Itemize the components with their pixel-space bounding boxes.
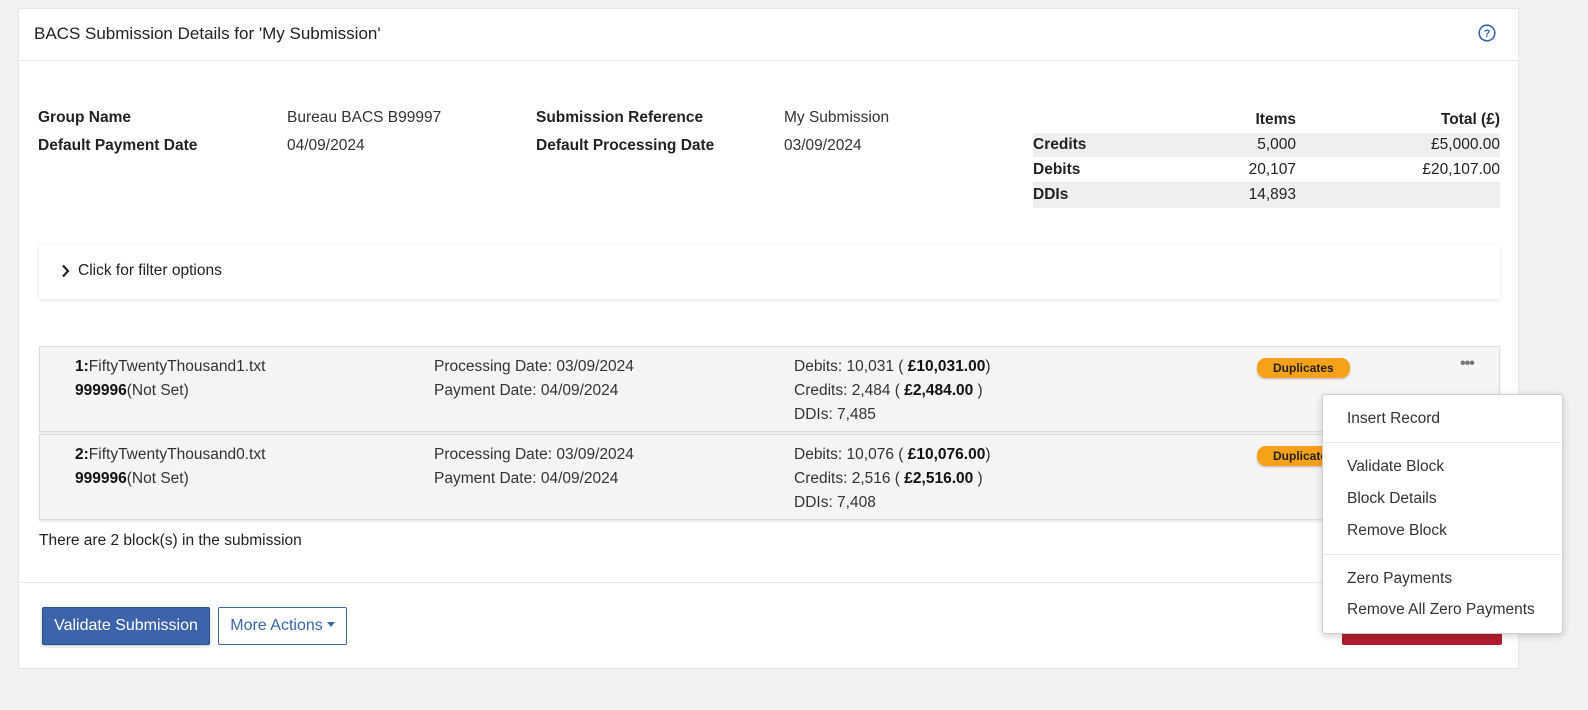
block-ddis: DDIs: 7,485: [794, 406, 876, 423]
debits-amount: £10,031.00: [907, 358, 986, 375]
block-index: 2:: [75, 446, 89, 463]
debits-suffix: ): [985, 446, 991, 463]
credits-amount: £2,484.00: [904, 382, 974, 399]
group-name-value: Bureau BACS B99997: [287, 109, 442, 126]
block-processing-date: Processing Date: 03/09/2024: [434, 358, 634, 375]
row-items: 20,107: [1248, 161, 1296, 178]
block-row[interactable]: 2:FiftyTwentyThousand0.txt 999996(Not Se…: [39, 434, 1500, 520]
row-label: DDIs: [1033, 186, 1069, 203]
card-header: BACS Submission Details for 'My Submissi…: [19, 9, 1518, 61]
filter-options-label: Click for filter options: [78, 262, 222, 279]
totals-table: Items Total (£) Credits 5,000 £5,000.00 …: [1033, 108, 1500, 208]
debits-suffix: ): [985, 358, 991, 375]
block-payment-date: Payment Date: 04/09/2024: [434, 382, 619, 399]
block-row[interactable]: 1:FiftyTwentyThousand1.txt 999996(Not Se…: [39, 346, 1500, 432]
block-file: 2:FiftyTwentyThousand0.txt: [75, 446, 265, 464]
footer-divider: [19, 582, 1518, 583]
menu-item-block-details[interactable]: Block Details: [1347, 490, 1437, 508]
duplicates-badge: Duplicates: [1257, 358, 1350, 378]
block-filename: FiftyTwentyThousand0.txt: [88, 446, 266, 463]
menu-item-validate-block[interactable]: Validate Block: [1347, 458, 1444, 476]
menu-item-insert-record[interactable]: Insert Record: [1347, 410, 1440, 428]
credits-prefix: Credits: 2,516 (: [794, 470, 905, 487]
total-header: Total (£): [1440, 111, 1500, 128]
block-credits: Credits: 2,516 ( £2,516.00 ): [794, 470, 983, 488]
block-count-summary: There are 2 block(s) in the submission: [39, 532, 302, 549]
row-total: £5,000.00: [1431, 136, 1500, 153]
more-options-icon[interactable]: •••: [1460, 355, 1475, 373]
totals-row-credits: Credits 5,000 £5,000.00: [1033, 133, 1500, 158]
more-actions-button[interactable]: More Actions: [218, 607, 347, 645]
processing-date-value: 03/09/2024: [784, 137, 862, 154]
chevron-right-icon: [62, 264, 70, 278]
submission-details-card: BACS Submission Details for 'My Submissi…: [18, 8, 1519, 669]
row-label: Credits: [1033, 136, 1087, 153]
block-filename: FiftyTwentyThousand1.txt: [88, 358, 266, 375]
caret-down-icon: [326, 622, 335, 627]
submission-reference-label: Submission Reference: [536, 109, 704, 126]
block-payment-date: Payment Date: 04/09/2024: [434, 470, 619, 487]
page-title: BACS Submission Details for 'My Submissi…: [34, 24, 381, 43]
menu-divider: [1324, 554, 1561, 555]
svg-text:?: ?: [1484, 28, 1491, 40]
more-actions-label: More Actions: [230, 617, 323, 634]
block-processing-date: Processing Date: 03/09/2024: [434, 446, 634, 463]
row-label: Debits: [1033, 161, 1081, 178]
payment-date-label: Default Payment Date: [38, 137, 198, 154]
block-sun: 999996(Not Set): [75, 382, 189, 400]
debits-prefix: Debits: 10,031 (: [794, 358, 908, 375]
block-index: 1:: [75, 358, 89, 375]
payment-date-value: 04/09/2024: [287, 137, 365, 154]
block-sun-number: 999996: [75, 382, 127, 399]
menu-item-zero-payments[interactable]: Zero Payments: [1347, 570, 1452, 588]
block-sun: 999996(Not Set): [75, 470, 189, 488]
block-ddis: DDIs: 7,408: [794, 494, 876, 511]
row-items: 14,893: [1248, 186, 1296, 203]
credits-amount: £2,516.00: [904, 470, 974, 487]
credits-prefix: Credits: 2,484 (: [794, 382, 905, 399]
processing-date-label: Default Processing Date: [536, 137, 715, 154]
row-items: 5,000: [1257, 136, 1296, 153]
credits-suffix: ): [973, 470, 983, 487]
items-header: Items: [1255, 111, 1297, 128]
totals-row-debits: Debits 20,107 £20,107.00: [1033, 158, 1500, 183]
block-sun-note: (Not Set): [126, 470, 189, 487]
question-circle-icon[interactable]: ?: [1478, 24, 1496, 42]
block-credits: Credits: 2,484 ( £2,484.00 ): [794, 382, 983, 400]
credits-suffix: ): [973, 382, 983, 399]
block-context-menu: Insert Record Validate Block Block Detai…: [1322, 394, 1563, 634]
block-sun-note: (Not Set): [126, 382, 189, 399]
totals-header-row: Items Total (£): [1033, 108, 1501, 133]
block-debits: Debits: 10,076 ( £10,076.00): [794, 446, 990, 464]
menu-divider: [1324, 442, 1561, 443]
block-file: 1:FiftyTwentyThousand1.txt: [75, 358, 265, 376]
validate-submission-button[interactable]: Validate Submission: [42, 607, 210, 645]
filter-options-toggle[interactable]: Click for filter options: [39, 245, 1500, 299]
debits-prefix: Debits: 10,076 (: [794, 446, 908, 463]
debits-amount: £10,076.00: [907, 446, 986, 463]
group-name-label: Group Name: [38, 109, 132, 126]
menu-item-remove-all-zero-payments[interactable]: Remove All Zero Payments: [1347, 601, 1535, 619]
block-sun-number: 999996: [75, 470, 127, 487]
submission-reference-value: My Submission: [784, 109, 890, 126]
menu-item-remove-block[interactable]: Remove Block: [1347, 522, 1447, 540]
totals-row-ddis: DDIs 14,893: [1033, 183, 1500, 208]
row-total: £20,107.00: [1422, 161, 1500, 178]
block-debits: Debits: 10,031 ( £10,031.00): [794, 358, 990, 376]
